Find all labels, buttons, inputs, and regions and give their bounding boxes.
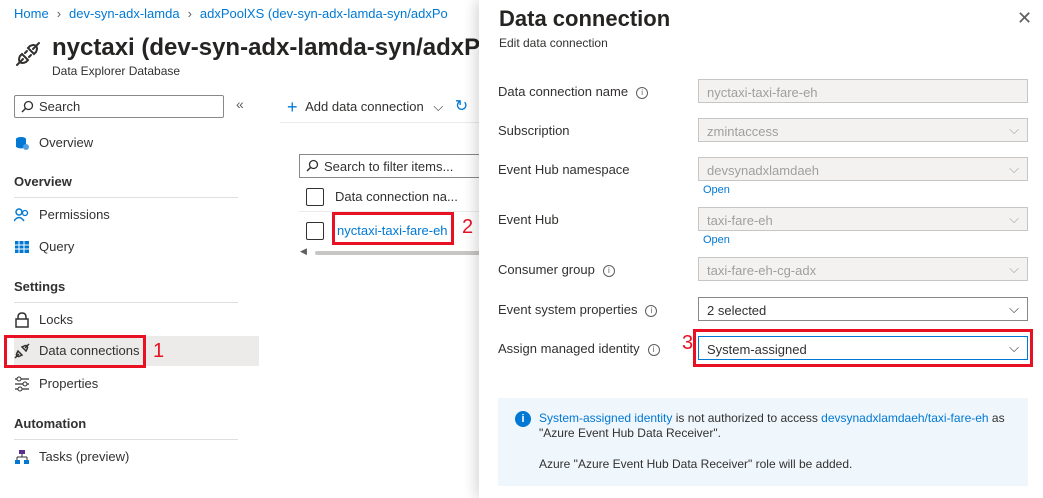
annotation-number-3: 3 [682,332,694,354]
collapse-nav-button[interactable]: « [236,96,244,112]
data-connection-panel: Data connection Edit data connection ✕ D… [479,0,1043,498]
add-data-connection-button[interactable]: + Add data connection ⌵ ↻ [287,96,468,118]
open-namespace-link[interactable]: Open [703,184,730,196]
breadcrumb-resource-group[interactable]: dev-syn-adx-lamda [69,6,180,21]
eventhub-dropdown: taxi-fare-eh ⌵ [698,207,1028,231]
chevron-down-icon: ⌵ [1009,211,1019,226]
chevron-right-icon: › [187,6,192,21]
nav-search-input[interactable]: Search [14,95,224,118]
search-icon [306,159,319,172]
page-subtitle: Data Explorer Database [52,64,181,78]
divider [14,197,238,198]
database-icon [16,137,29,150]
filter-placeholder: Search to filter items... [324,159,454,174]
sidebar-item-label: Query [39,239,75,254]
search-icon [21,100,34,113]
horizontal-scrollbar[interactable]: ◀ [300,246,480,257]
breadcrumb: Home › dev-syn-adx-lamda › adxPoolXS (dev-sy… [14,6,448,21]
people-icon [14,208,29,222]
refresh-icon[interactable]: ↻ [455,98,468,115]
filter-input[interactable]: Search to filter items... [299,154,481,178]
panel-subtitle: Edit data connection [499,36,608,50]
sidebar-item-locks[interactable]: Locks [14,305,259,335]
annotation-box-2 [332,212,454,245]
annotation-number-2: 2 [462,216,474,238]
system-assigned-identity-link[interactable]: System-assigned identity [539,411,672,425]
column-header-name[interactable]: Data connection na... [335,189,458,204]
sidebar-item-properties[interactable]: Properties [14,369,259,399]
system-properties-dropdown[interactable]: 2 selected ⌵ [698,297,1028,321]
field-label-subscription: Subscription [498,123,570,138]
breadcrumb-home[interactable]: Home [14,6,49,21]
toolbar-divider [280,122,479,123]
sidebar-item-query[interactable]: Query [14,232,259,262]
nav-search-placeholder: Search [39,99,81,114]
lock-icon [15,312,29,328]
divider [14,302,238,303]
connection-name-field: nyctaxi-taxi-fare-eh [698,79,1028,103]
annotation-box-1 [4,335,146,368]
eventhub-path-link[interactable]: devsynadxlamdaeh/taxi-fare-eh [821,411,988,425]
chevron-down-icon: ⌵ [1009,122,1019,137]
open-eventhub-link[interactable]: Open [703,234,730,246]
info-icon: i [515,411,531,427]
plug-connection-icon [16,42,40,66]
select-all-checkbox[interactable] [306,188,324,206]
info-icon[interactable]: i [602,264,615,277]
row-checkbox[interactable] [306,222,324,240]
info-message-text: System-assigned identity is not authoriz… [539,411,1005,440]
scrollbar-thumb[interactable] [315,251,480,255]
tasks-icon [15,450,29,464]
field-label-eventhub: Event Hub [498,212,559,227]
sidebar-item-label: Locks [39,312,73,327]
annotation-box-3 [693,329,1033,367]
sidebar-item-tasks[interactable]: Tasks (preview) [14,442,259,472]
subscription-dropdown: zmintaccess ⌵ [698,118,1028,142]
close-icon[interactable]: ✕ [1017,8,1032,29]
chevron-down-icon: ⌵ [433,99,444,114]
info-role-text: Azure "Azure Event Hub Data Receiver" ro… [539,457,853,471]
section-heading-overview: Overview [14,174,72,189]
sidebar-item-overview[interactable]: Overview [14,128,259,158]
plus-icon: + [287,97,298,117]
field-label-sysprops: Event system properties i [498,302,658,317]
annotation-number-1: 1 [153,340,165,362]
section-heading-automation: Automation [14,416,87,431]
section-heading-settings: Settings [14,279,66,294]
scroll-left-icon: ◀ [300,246,307,256]
info-icon[interactable]: i [645,304,658,317]
namespace-dropdown: devsynadxlamdaeh ⌵ [698,157,1028,181]
info-icon[interactable]: i [636,86,649,99]
breadcrumb-pool[interactable]: adxPoolXS (dev-syn-adx-lamda-syn/adxPo [200,6,448,21]
sidebar-item-label: Permissions [39,207,110,222]
properties-sliders-icon [15,376,29,392]
info-message-bar: i System-assigned identity is not author… [498,398,1028,486]
info-icon[interactable]: i [647,343,660,356]
divider [14,439,238,440]
field-label-name: Data connection name i [498,84,649,99]
sidebar-item-label: Overview [39,135,94,150]
consumer-group-dropdown: taxi-fare-eh-cg-adx ⌵ [698,257,1028,281]
field-label-namespace: Event Hub namespace [498,162,630,177]
chevron-down-icon: ⌵ [1009,261,1019,276]
chevron-down-icon: ⌵ [1009,161,1019,176]
panel-title: Data connection [499,6,671,31]
add-data-connection-label: Add data connection [305,99,424,114]
query-grid-icon [15,241,29,253]
page-title: nyctaxi (dev-syn-adx-lamda-syn/adxPo [52,34,495,61]
chevron-down-icon: ⌵ [1009,301,1019,316]
chevron-right-icon: › [56,6,62,21]
field-label-identity: Assign managed identity i [498,341,660,356]
sidebar-item-permissions[interactable]: Permissions [14,200,259,230]
field-label-consumer: Consumer group i [498,262,615,277]
sidebar-item-label: Tasks (preview) [39,449,130,464]
sidebar-item-label: Properties [39,376,99,391]
